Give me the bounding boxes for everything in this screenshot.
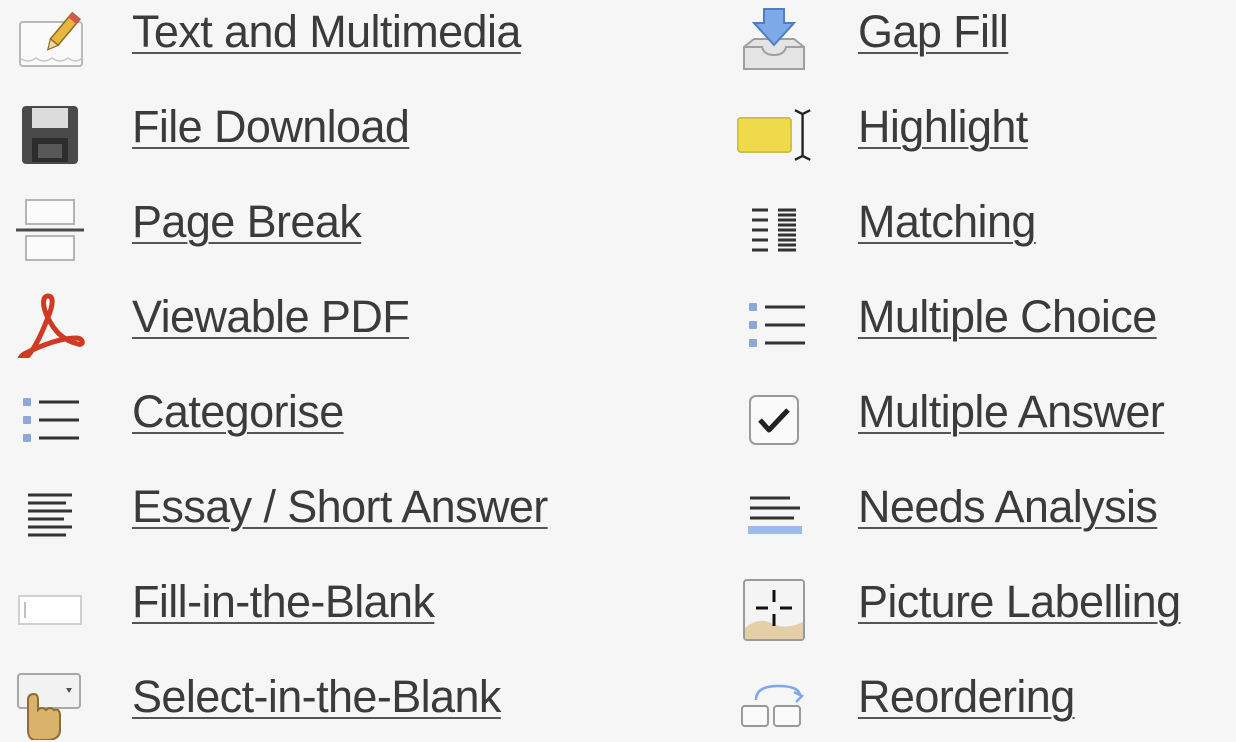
menu-item-select-in-the-blank[interactable]: Select-in-the-Blank	[0, 665, 520, 742]
menu-item-label: Text and Multimedia	[132, 6, 521, 57]
menu-item-needs-analysis[interactable]: Needs Analysis	[726, 475, 1236, 570]
bulleted-list-icon	[734, 285, 814, 365]
menu-item-label: Multiple Answer	[858, 386, 1165, 437]
menu-item-label: Page Break	[132, 196, 362, 247]
menu-item-essay-short-answer[interactable]: Essay / Short Answer	[0, 475, 548, 570]
menu-item-label: Multiple Choice	[858, 291, 1157, 342]
menu-item-viewable-pdf[interactable]: Viewable PDF	[0, 285, 520, 380]
menu-item-label: Matching	[858, 196, 1036, 247]
menu-item-label: File Download	[132, 101, 410, 152]
menu-item-label: Picture Labelling	[858, 576, 1181, 627]
menu-item-picture-labelling[interactable]: Picture Labelling	[726, 570, 1236, 665]
text-lines-icon	[10, 475, 90, 555]
matching-columns-icon	[734, 190, 814, 270]
checkbox-checked-icon	[734, 380, 814, 460]
menu-item-gap-fill[interactable]: Gap Fill	[726, 0, 1236, 95]
menu-item-label: Reordering	[858, 671, 1075, 722]
menu-item-label: Gap Fill	[858, 6, 1009, 57]
menu-item-reordering[interactable]: Reordering	[726, 665, 1236, 742]
question-type-menu: Text and Multimedia File Download Page B…	[0, 0, 1236, 742]
reorder-boxes-icon	[734, 665, 814, 742]
pdf-icon	[10, 285, 90, 365]
menu-item-label: Highlight	[858, 101, 1028, 152]
menu-item-highlight[interactable]: Highlight	[726, 95, 1236, 190]
menu-item-label: Essay / Short Answer	[132, 481, 548, 532]
menu-item-label: Select-in-the-Blank	[132, 671, 501, 722]
highlighter-icon	[734, 95, 814, 175]
menu-item-multiple-choice[interactable]: Multiple Choice	[726, 285, 1236, 380]
page-break-icon	[10, 190, 90, 270]
menu-item-label: Needs Analysis	[858, 481, 1158, 532]
menu-item-label: Categorise	[132, 386, 344, 437]
text-lines-bar-icon	[734, 475, 814, 555]
menu-item-matching[interactable]: Matching	[726, 190, 1236, 285]
picture-crosshair-icon	[734, 570, 814, 650]
menu-item-file-download[interactable]: File Download	[0, 95, 520, 190]
text-field-icon	[10, 570, 90, 650]
floppy-disk-icon	[10, 95, 90, 175]
menu-item-label: Fill-in-the-Blank	[132, 576, 435, 627]
select-dropdown-icon	[10, 665, 90, 742]
menu-item-fill-in-the-blank[interactable]: Fill-in-the-Blank	[0, 570, 520, 665]
menu-item-categorise[interactable]: Categorise	[0, 380, 520, 475]
menu-item-label: Viewable PDF	[132, 291, 410, 342]
pencil-note-icon	[10, 0, 90, 80]
download-tray-icon	[734, 0, 814, 80]
menu-item-multiple-answer[interactable]: Multiple Answer	[726, 380, 1236, 475]
menu-item-page-break[interactable]: Page Break	[0, 190, 520, 285]
bulleted-list-icon	[10, 380, 90, 460]
menu-item-text-and-multimedia[interactable]: Text and Multimedia	[0, 0, 521, 95]
